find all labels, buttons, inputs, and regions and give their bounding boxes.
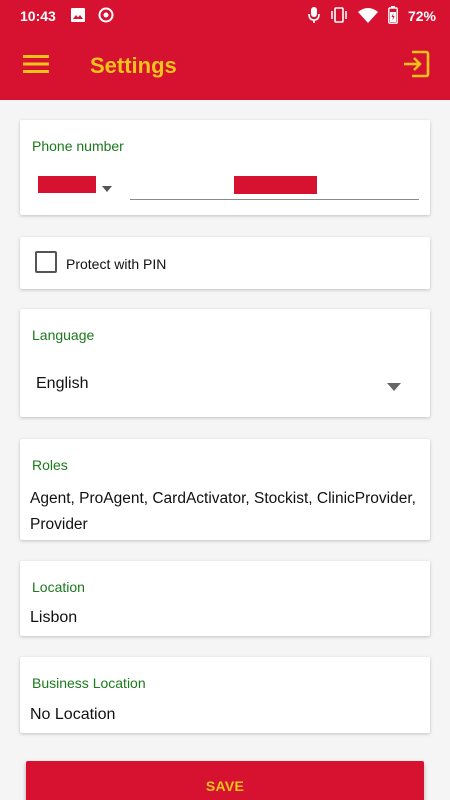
country-flag-redacted [38, 176, 96, 193]
microphone-icon [308, 6, 320, 27]
country-code-dropdown[interactable] [36, 174, 114, 198]
exit-button[interactable] [398, 48, 434, 84]
phone-number-label: Phone number [32, 138, 124, 154]
language-select[interactable]: English [20, 364, 430, 404]
location-value: Lisbon [30, 609, 78, 626]
page-title: Settings [90, 53, 177, 78]
location-card: Location Lisbon [20, 561, 430, 636]
menu-button[interactable] [6, 32, 66, 100]
language-card: Language English [20, 309, 430, 417]
phone-number-card: Phone number [20, 120, 430, 215]
exit-to-app-icon [401, 49, 431, 84]
app-bar: Settings [0, 32, 450, 100]
save-button[interactable]: SAVE [26, 761, 424, 800]
wifi-icon [357, 7, 378, 26]
status-time: 10:43 [20, 8, 56, 24]
protect-pin-card: Protect with PIN [20, 237, 430, 289]
roles-label: Roles [32, 457, 68, 473]
status-bar: 10:43 72% [0, 0, 450, 32]
battery-icon [388, 5, 398, 27]
business-location-label: Business Location [32, 675, 146, 691]
roles-value: Agent, ProAgent, CardActivator, Stockist… [30, 490, 416, 533]
language-label: Language [32, 327, 95, 343]
location-label: Location [32, 579, 85, 595]
vibrate-icon [330, 6, 348, 26]
image-notification-icon [70, 7, 86, 26]
roles-card: Roles Agent, ProAgent, CardActivator, St… [20, 439, 430, 540]
record-notification-icon [98, 7, 114, 26]
dropdown-arrow-icon [102, 179, 112, 197]
phone-number-redacted [234, 176, 317, 194]
language-value: English [36, 375, 89, 392]
business-location-card: Business Location No Location [20, 657, 430, 733]
phone-number-input[interactable] [130, 172, 419, 200]
business-location-value: No Location [30, 706, 116, 723]
protect-pin-checkbox[interactable] [35, 251, 57, 273]
battery-percent: 72% [407, 8, 436, 24]
hamburger-menu-icon [23, 54, 49, 79]
language-dropdown-arrow-icon [387, 378, 401, 396]
protect-pin-label: Protect with PIN [66, 256, 167, 272]
